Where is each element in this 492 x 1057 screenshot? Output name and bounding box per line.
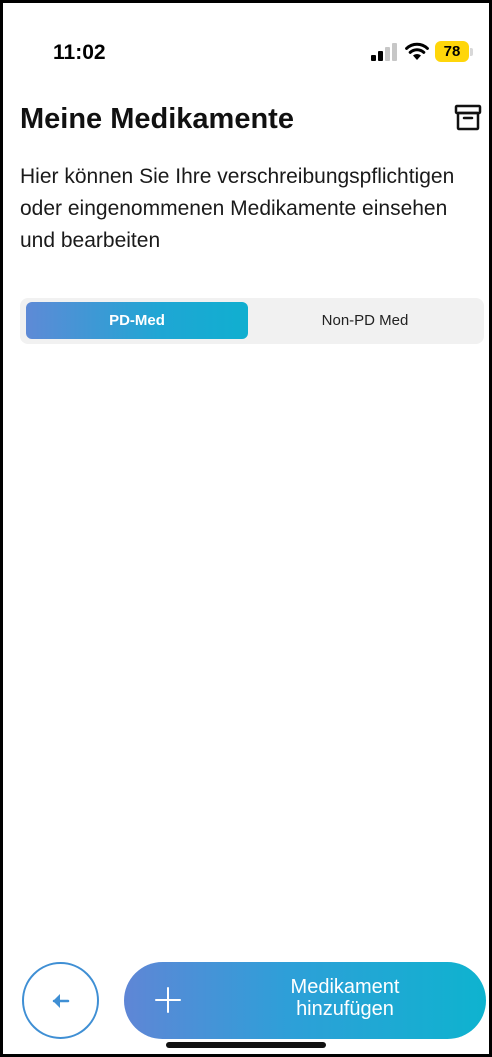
archive-icon <box>454 104 482 131</box>
medication-list <box>3 353 489 953</box>
add-medication-button[interactable]: Medikament hinzufügen <box>124 962 486 1039</box>
page-title: Meine Medikamente <box>20 103 294 135</box>
app-screen: 11:02 78 Meine Medikamente Hier können S… <box>3 3 489 1054</box>
wifi-icon <box>405 42 429 60</box>
add-medication-label-line2: hinzufügen <box>296 998 394 1020</box>
home-indicator <box>166 1042 326 1048</box>
page-description: Hier können Sie Ihre verschreibungspflic… <box>20 165 455 252</box>
status-bar: 11:02 78 <box>3 3 489 103</box>
tab-pd-med[interactable]: PD-Med <box>26 302 248 339</box>
tab-non-pd-med[interactable]: Non-PD Med <box>252 302 478 339</box>
status-time: 11:02 <box>53 41 106 64</box>
cellular-signal-icon <box>371 43 399 61</box>
back-button[interactable] <box>22 962 99 1039</box>
battery-indicator: 78 <box>435 41 469 62</box>
medication-type-tabs: PD-Med Non-PD Med <box>20 298 484 344</box>
archive-button[interactable] <box>453 103 483 133</box>
battery-cap <box>470 48 473 56</box>
add-medication-label-line1: Medikament <box>290 976 400 998</box>
plus-icon <box>155 987 181 1013</box>
add-medication-label: Medikament hinzufügen <box>214 976 476 1020</box>
arrow-left-icon <box>52 994 70 1008</box>
